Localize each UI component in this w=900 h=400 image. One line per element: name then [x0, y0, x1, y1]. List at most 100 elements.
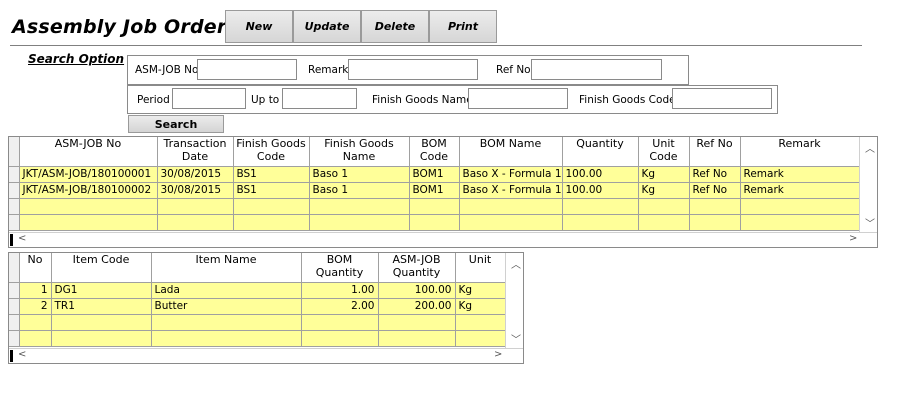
table-row[interactable]	[9, 214, 860, 231]
table-cell[interactable]	[51, 314, 152, 331]
table-cell[interactable]	[151, 314, 302, 331]
detail-horizontal-scrollbar[interactable]: < >	[9, 348, 523, 363]
cell-finish-goods-name[interactable]: Baso 1	[309, 182, 410, 199]
master-vertical-scrollbar[interactable]: ︿ ﹀	[859, 137, 877, 232]
scroll-thumb[interactable]	[10, 234, 13, 246]
search-button[interactable]: Search	[128, 115, 224, 133]
col-header-no[interactable]: No	[19, 253, 52, 283]
table-row[interactable]: 2 TR1 Butter 2.00 200.00 Kg	[9, 298, 506, 315]
cell-remark[interactable]: Remark	[740, 166, 860, 183]
table-cell[interactable]	[409, 214, 460, 231]
row-selector[interactable]	[9, 214, 20, 231]
detail-vertical-scrollbar[interactable]: ︿ ﹀	[505, 253, 523, 348]
table-cell[interactable]	[562, 198, 639, 215]
cell-bom-quantity[interactable]: 1.00	[301, 282, 379, 299]
table-cell[interactable]	[19, 314, 52, 331]
cell-quantity[interactable]: 100.00	[562, 182, 639, 199]
cell-item-name[interactable]: Lada	[151, 282, 302, 299]
col-header-item-code[interactable]: Item Code	[51, 253, 152, 283]
col-header-transaction-date[interactable]: Transaction Date	[157, 137, 234, 167]
cell-unit-code[interactable]: Kg	[638, 182, 690, 199]
cell-transaction-date[interactable]: 30/08/2015	[157, 182, 234, 199]
row-selector[interactable]	[9, 282, 20, 299]
table-cell[interactable]	[378, 330, 456, 347]
scroll-left-icon[interactable]: <	[18, 233, 26, 244]
table-row[interactable]	[9, 314, 506, 331]
detail-grid[interactable]: No Item Code Item Name BOM Quantity ASM-…	[8, 252, 524, 364]
cell-bom-code[interactable]: BOM1	[409, 166, 460, 183]
table-cell[interactable]	[19, 330, 52, 347]
cell-quantity[interactable]: 100.00	[562, 166, 639, 183]
update-button[interactable]: Update	[293, 10, 361, 43]
cell-item-code[interactable]: TR1	[51, 298, 152, 315]
cell-finish-goods-name[interactable]: Baso 1	[309, 166, 410, 183]
table-cell[interactable]	[638, 198, 690, 215]
cell-ref-no[interactable]: Ref No	[689, 182, 741, 199]
cell-remark[interactable]: Remark	[740, 182, 860, 199]
table-row[interactable]	[9, 330, 506, 347]
table-cell[interactable]	[689, 198, 741, 215]
table-cell[interactable]	[157, 198, 234, 215]
table-cell[interactable]	[459, 214, 563, 231]
cell-bom-code[interactable]: BOM1	[409, 182, 460, 199]
table-cell[interactable]	[309, 214, 410, 231]
cell-item-name[interactable]: Butter	[151, 298, 302, 315]
scroll-left-icon[interactable]: <	[18, 349, 26, 360]
table-cell[interactable]	[301, 314, 379, 331]
col-header-unit[interactable]: Unit	[455, 253, 506, 283]
table-cell[interactable]	[740, 214, 860, 231]
col-header-asm-job-no[interactable]: ASM-JOB No	[19, 137, 158, 167]
cell-asm-job-quantity[interactable]: 200.00	[378, 298, 456, 315]
col-header-ref-no[interactable]: Ref No	[689, 137, 741, 167]
col-header-quantity[interactable]: Quantity	[562, 137, 639, 167]
scroll-down-icon[interactable]: ﹀	[865, 215, 875, 230]
ref-no-input[interactable]	[531, 59, 662, 80]
scroll-right-icon[interactable]: >	[849, 233, 857, 244]
scroll-up-icon[interactable]: ︿	[511, 256, 521, 271]
table-cell[interactable]	[409, 198, 460, 215]
col-header-finish-goods-code[interactable]: Finish Goods Code	[233, 137, 310, 167]
master-horizontal-scrollbar[interactable]: < >	[9, 232, 877, 247]
cell-no[interactable]: 2	[19, 298, 52, 315]
new-button[interactable]: New	[225, 10, 293, 43]
row-selector[interactable]	[9, 198, 20, 215]
col-header-finish-goods-name[interactable]: Finish Goods Name	[309, 137, 410, 167]
table-cell[interactable]	[455, 314, 506, 331]
cell-transaction-date[interactable]: 30/08/2015	[157, 166, 234, 183]
cell-finish-goods-code[interactable]: BS1	[233, 182, 310, 199]
table-cell[interactable]	[151, 330, 302, 347]
col-header-bom-code[interactable]: BOM Code	[409, 137, 460, 167]
finish-goods-name-input[interactable]	[468, 88, 568, 109]
print-button[interactable]: Print	[429, 10, 497, 43]
table-row[interactable]	[9, 198, 860, 215]
col-header-item-name[interactable]: Item Name	[151, 253, 302, 283]
cell-bom-quantity[interactable]: 2.00	[301, 298, 379, 315]
table-cell[interactable]	[740, 198, 860, 215]
scroll-right-icon[interactable]: >	[494, 349, 502, 360]
cell-finish-goods-code[interactable]: BS1	[233, 166, 310, 183]
cell-asm-job-no[interactable]: JKT/ASM-JOB/180100001	[19, 166, 158, 183]
cell-bom-name[interactable]: Baso X - Formula 1	[459, 166, 563, 183]
col-header-bom-name[interactable]: BOM Name	[459, 137, 563, 167]
table-cell[interactable]	[19, 214, 158, 231]
cell-no[interactable]: 1	[19, 282, 52, 299]
table-row[interactable]: JKT/ASM-JOB/180100001 30/08/2015 BS1 Bas…	[9, 166, 860, 183]
master-grid[interactable]: ASM-JOB No Transaction Date Finish Goods…	[8, 136, 878, 248]
table-cell[interactable]	[301, 330, 379, 347]
table-cell[interactable]	[689, 214, 741, 231]
scroll-up-icon[interactable]: ︿	[865, 140, 875, 155]
col-header-unit-code[interactable]: Unit Code	[638, 137, 690, 167]
delete-button[interactable]: Delete	[361, 10, 429, 43]
table-cell[interactable]	[51, 330, 152, 347]
table-row[interactable]: 1 DG1 Lada 1.00 100.00 Kg	[9, 282, 506, 299]
col-header-remark[interactable]: Remark	[740, 137, 860, 167]
cell-asm-job-no[interactable]: JKT/ASM-JOB/180100002	[19, 182, 158, 199]
finish-goods-code-input[interactable]	[672, 88, 772, 109]
col-header-asm-job-quantity[interactable]: ASM-JOB Quantity	[378, 253, 456, 283]
row-selector[interactable]	[9, 330, 20, 347]
table-cell[interactable]	[378, 314, 456, 331]
row-selector[interactable]	[9, 298, 20, 315]
table-cell[interactable]	[19, 198, 158, 215]
table-cell[interactable]	[459, 198, 563, 215]
cell-unit[interactable]: Kg	[455, 282, 506, 299]
